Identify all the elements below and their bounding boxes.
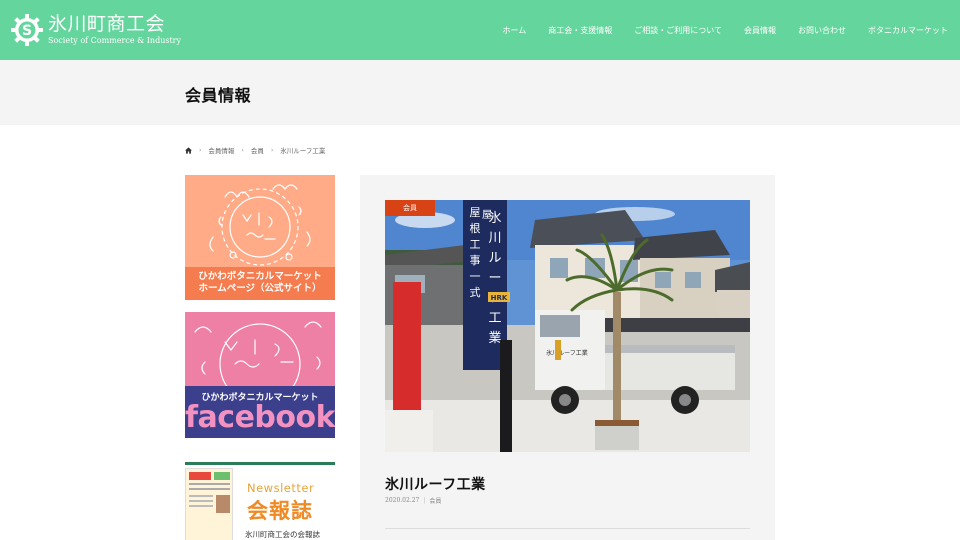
page-title-band: 会員情報 bbox=[0, 60, 960, 125]
main-nav: ホーム 商工会・支援情報 ご相談・ご利用について 会員情報 お問い合わせ ボタニ… bbox=[502, 0, 960, 60]
nav-support[interactable]: 商工会・支援情報 bbox=[548, 25, 612, 36]
newsletter-en-label: Newsletter bbox=[247, 481, 315, 495]
breadcrumb-member[interactable]: 会員 bbox=[251, 145, 264, 155]
nav-consult[interactable]: ご相談・ご利用について bbox=[634, 25, 722, 36]
chevron-right-icon: › bbox=[270, 146, 274, 154]
post-meta: 2020.02.27 | 会員 bbox=[385, 496, 441, 505]
home-icon[interactable] bbox=[185, 146, 192, 154]
botanical-doodle-illustration bbox=[209, 184, 311, 266]
breadcrumb-members[interactable]: 会員情報 bbox=[208, 145, 234, 155]
post-featured-image[interactable]: 屋 屋 根 工 事 一 式 氷 川 ル ー フ 工 業 HRK 氷川ルーフ工業 bbox=[385, 200, 750, 452]
post-card: 会員 屋 屋 根 工 事 一 式 氷 川 ル ー 工 業 HRK 氷川ルーフ工業… bbox=[360, 175, 775, 540]
newsletter-thumbnail bbox=[185, 468, 233, 540]
post-category-link[interactable]: 会員 bbox=[429, 496, 441, 505]
svg-text:川: 川 bbox=[488, 231, 501, 246]
svg-text:ー: ー bbox=[488, 271, 501, 286]
category-badge[interactable]: 会員 bbox=[385, 200, 435, 216]
newsletter-jp-label: 会報誌 bbox=[247, 499, 313, 523]
site-header: S 氷川町商工会 Society of Commerce & Industry … bbox=[0, 0, 960, 60]
post-date: 2020.02.27 bbox=[385, 497, 420, 504]
svg-text:工: 工 bbox=[470, 238, 481, 251]
svg-text:HRK: HRK bbox=[491, 294, 508, 302]
botanical-doodle-illustration bbox=[194, 321, 322, 392]
newsletter-description: 氷川町商工会の会報誌 bbox=[245, 530, 320, 539]
banner1-line2: ホームページ（公式サイト） bbox=[198, 283, 322, 294]
page-title: 会員情報 bbox=[185, 86, 252, 105]
logo-gear-icon: S bbox=[11, 14, 43, 46]
nav-home[interactable]: ホーム bbox=[502, 25, 526, 36]
svg-text:ル: ル bbox=[488, 251, 501, 266]
meta-separator: | bbox=[423, 497, 426, 504]
botanical-market-homepage-banner[interactable]: ひかわボタニカルマーケット ホームページ（公式サイト） bbox=[185, 175, 335, 300]
logo-subtitle: Society of Commerce & Industry bbox=[48, 36, 182, 45]
svg-text:業: 業 bbox=[488, 330, 501, 346]
banner1-line1: ひかわボタニカルマーケット bbox=[198, 271, 322, 282]
nav-botanical-market[interactable]: ボタニカルマーケット bbox=[868, 25, 948, 36]
banner1-caption: ひかわボタニカルマーケット ホームページ（公式サイト） bbox=[185, 267, 335, 300]
nav-contact[interactable]: お問い合わせ bbox=[798, 25, 846, 36]
chevron-right-icon: › bbox=[199, 146, 202, 154]
svg-text:屋: 屋 bbox=[470, 206, 481, 219]
breadcrumb: › 会員情報 › 会員 › 氷川ルーフ工業 bbox=[185, 145, 325, 155]
svg-text:根: 根 bbox=[470, 221, 481, 235]
logo-title: 氷川町商工会 bbox=[48, 13, 166, 35]
svg-text:工: 工 bbox=[488, 311, 501, 326]
divider bbox=[385, 528, 750, 529]
facebook-wordmark: facebook bbox=[185, 400, 335, 435]
post-title[interactable]: 氷川ルーフ工業 bbox=[385, 474, 486, 494]
breadcrumb-current: 氷川ルーフ工業 bbox=[280, 147, 326, 155]
svg-text:氷: 氷 bbox=[488, 211, 501, 226]
svg-text:一: 一 bbox=[470, 270, 481, 283]
newsletter-banner[interactable]: Newsletter 会報誌 氷川町商工会の会報誌 bbox=[185, 462, 335, 540]
svg-text:事: 事 bbox=[470, 254, 481, 267]
nav-members[interactable]: 会員情報 bbox=[744, 25, 776, 36]
chevron-right-icon: › bbox=[241, 146, 244, 154]
botanical-market-facebook-banner[interactable]: ひかわボタニカルマーケット facebook bbox=[185, 312, 335, 438]
site-logo[interactable]: S 氷川町商工会 Society of Commerce & Industry bbox=[10, 13, 181, 47]
svg-text:式: 式 bbox=[470, 286, 481, 299]
svg-text:S: S bbox=[22, 23, 32, 39]
svg-text:氷川ルーフ工業: 氷川ルーフ工業 bbox=[546, 349, 588, 357]
